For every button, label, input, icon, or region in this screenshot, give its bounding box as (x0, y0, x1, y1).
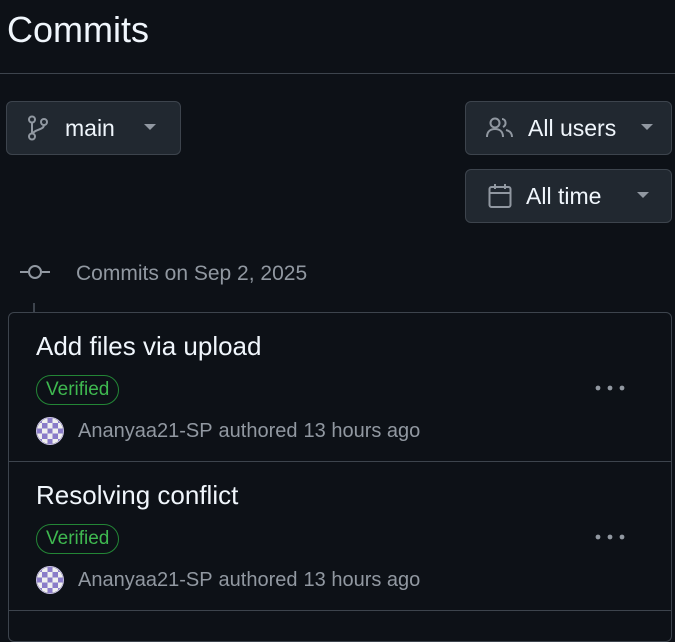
more-options-button[interactable] (593, 524, 627, 548)
chevron-down-icon (637, 192, 649, 200)
commit-time: 13 hours ago (303, 568, 421, 591)
git-branch-icon (27, 115, 49, 141)
branch-select-button[interactable]: main (6, 101, 181, 155)
time-filter-button[interactable]: All time (465, 169, 672, 223)
commit-row: Add files via upload Verified Ananyaa21-… (9, 313, 671, 462)
author-link[interactable]: Ananyaa21-SP (78, 569, 213, 592)
more-options-button[interactable] (593, 375, 627, 399)
authored-text: authored (218, 419, 298, 442)
git-commit-icon (20, 264, 50, 285)
kebab-horizontal-icon (595, 378, 625, 396)
commit-meta: Ananyaa21-SP authored 13 hours ago (36, 565, 420, 595)
time-label: All time (526, 182, 602, 209)
users-filter-button[interactable]: All users (465, 101, 672, 155)
commit-message-link[interactable]: Add files via upload (36, 331, 261, 362)
author-link[interactable]: Ananyaa21-SP (78, 420, 213, 443)
commit-message-link[interactable]: Resolving conflict (36, 480, 238, 511)
branch-label: main (65, 114, 115, 141)
kebab-horizontal-icon (595, 527, 625, 545)
avatar[interactable] (36, 566, 64, 594)
people-icon (486, 117, 514, 139)
verified-badge[interactable]: Verified (36, 375, 120, 405)
verified-badge[interactable]: Verified (36, 524, 120, 554)
commit-group-header: Commits on Sep 2, 2025 (20, 258, 307, 290)
commit-row: Resolving conflict Verified Ananyaa21-SP… (9, 462, 671, 611)
commit-meta: Ananyaa21-SP authored 13 hours ago (36, 416, 420, 446)
users-label: All users (528, 114, 617, 141)
header-divider (0, 73, 675, 74)
commit-group-date: Commits on Sep 2, 2025 (76, 262, 308, 285)
chevron-down-icon (641, 124, 653, 132)
authored-text: authored (218, 568, 298, 591)
chevron-down-icon (144, 124, 156, 132)
commit-time: 13 hours ago (303, 419, 421, 442)
page-title: Commits (7, 9, 149, 50)
calendar-icon (488, 183, 512, 209)
avatar[interactable] (36, 417, 64, 445)
commit-list: Add files via upload Verified Ananyaa21-… (8, 312, 672, 642)
